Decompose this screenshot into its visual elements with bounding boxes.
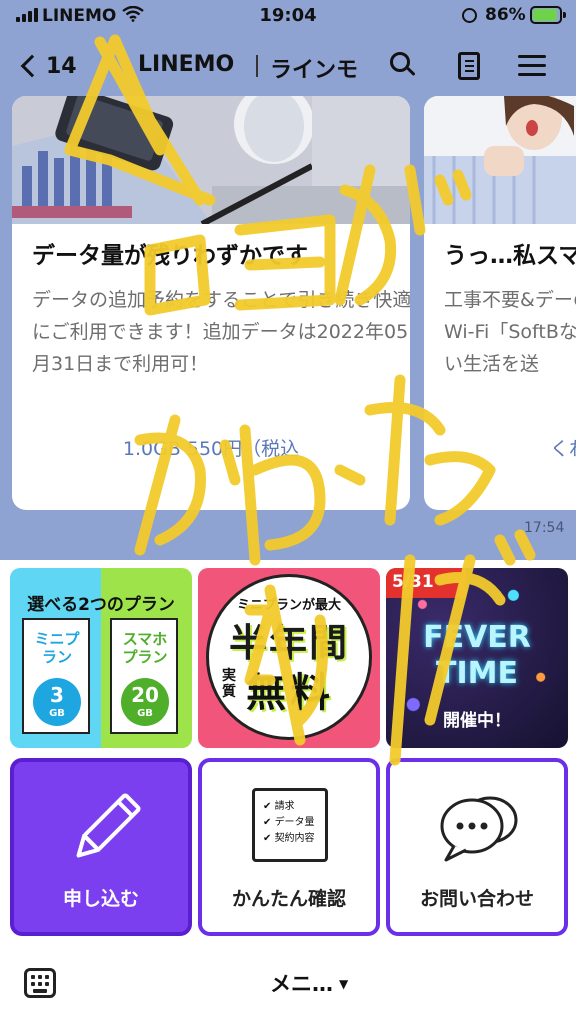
campaign-line2: 無料 <box>246 670 334 716</box>
checklist-icon: ✔ 請求 ✔ データ量 ✔ 契約内容 <box>252 788 328 862</box>
chat-bubble-icon <box>440 796 518 862</box>
unread-count: 14 <box>46 53 77 79</box>
rotation-lock-icon <box>462 8 477 23</box>
card-body: データの追加予約をすることで引き続き快適にご利用できます！追加データは2022年… <box>32 289 410 375</box>
notes-button[interactable] <box>450 48 486 84</box>
fever-text: FEVER <box>423 620 531 655</box>
chat-subtitle[interactable]: ラインモ <box>270 52 358 84</box>
chat-title[interactable]: LINEMO <box>138 52 234 77</box>
plan-name: ミニプラン <box>34 630 80 666</box>
fever-time-banner[interactable]: 5/31 FEVER TIME 開催中！ <box>386 568 568 748</box>
contact-button[interactable]: お問い合わせ <box>386 758 568 936</box>
back-button[interactable]: 14 <box>16 48 86 84</box>
keyboard-icon[interactable] <box>24 968 56 998</box>
search-button[interactable] <box>386 48 422 84</box>
free-campaign-banner[interactable]: ミニプランが最大 半年間 実質 無料 <box>198 568 380 748</box>
campaign-line1: 半年間 <box>228 621 349 665</box>
card-image-business <box>12 96 410 224</box>
plan-banner[interactable]: 選べる2つのプラン ミニプラン 3 GB スマホプラン 20 GB <box>10 568 192 748</box>
battery-percent: 86% <box>485 5 526 25</box>
time-text: TIME <box>436 656 518 691</box>
card-title: うっ…私スマ <box>444 243 576 269</box>
notes-icon <box>458 52 480 80</box>
plan-banner-heading: 選べる2つのプラン <box>27 595 175 615</box>
message-card[interactable]: うっ…私スマ 工事不要&デーのWi-Fi「SoftBない生活を送 くわ <box>424 96 576 510</box>
card-link[interactable]: くわ <box>424 434 576 461</box>
status-bar: LINEMO 19:04 86% <box>0 0 576 36</box>
battery-icon <box>530 6 566 24</box>
easy-check-label: かんたん確認 <box>231 888 346 910</box>
chat-header: 14 LINEMO ラインモ <box>0 36 576 96</box>
rich-menu-toggle[interactable]: メニ… ▼ <box>270 968 348 998</box>
caret-down-icon: ▼ <box>339 977 349 991</box>
bottom-bar: メニ… ▼ <box>0 948 576 1024</box>
plan-name: スマホプラン <box>122 630 168 666</box>
card-image-woman <box>424 96 576 224</box>
contact-label: お問い合わせ <box>419 888 534 910</box>
pencil-icon <box>76 793 141 858</box>
plan-amount-badge: 3 GB <box>33 678 81 726</box>
mini-plan-box: ミニプラン 3 GB <box>22 618 90 734</box>
message-card[interactable]: データ量が残りわずかです データの追加予約をすることで引き続き快適にご利用できま… <box>12 96 410 510</box>
chevron-left-icon <box>20 54 44 78</box>
menu-button[interactable] <box>514 48 550 84</box>
card-link[interactable]: 1.0GB 550円（税込 <box>12 434 410 461</box>
plan-amount-badge: 20 GB <box>121 678 169 726</box>
campaign-status: 開催中！ <box>443 711 511 731</box>
easy-check-button[interactable]: ✔ 請求 ✔ データ量 ✔ 契約内容 かんたん確認 <box>198 758 380 936</box>
card-title: データ量が残りわずかです <box>32 243 308 269</box>
campaign-top-text: ミニプランが最大 <box>236 598 341 613</box>
campaign-small-text: 実質 <box>222 668 236 700</box>
campaign-date: 5/31 <box>392 572 434 592</box>
title-divider <box>256 55 258 77</box>
message-timestamp: 17:54 <box>524 520 565 536</box>
apply-button[interactable]: 申し込む <box>10 758 192 936</box>
apply-label: 申し込む <box>62 888 139 910</box>
card-body: 工事不要&デーのWi-Fi「SoftBない生活を送 <box>444 289 576 375</box>
smartphone-plan-box: スマホプラン 20 GB <box>110 618 178 734</box>
